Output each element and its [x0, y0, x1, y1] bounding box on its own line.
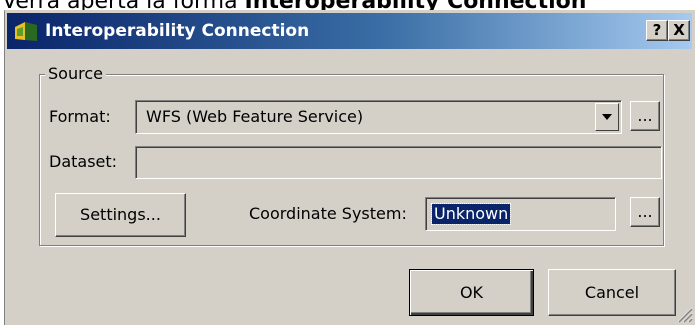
close-button[interactable]: X	[668, 20, 690, 41]
window-title: Interoperability Connection	[45, 21, 310, 41]
format-browse-button[interactable]: ...	[630, 101, 660, 131]
ok-button[interactable]: OK	[409, 269, 534, 316]
title-bar[interactable]: Interoperability Connection ? X	[7, 13, 692, 49]
dataset-label: Dataset:	[49, 152, 118, 171]
dataset-field[interactable]	[135, 146, 662, 179]
settings-button[interactable]: Settings...	[55, 193, 186, 237]
coordinate-system-field[interactable]: Unknown	[425, 197, 616, 231]
help-button[interactable]: ?	[646, 20, 668, 41]
chevron-down-icon	[602, 114, 612, 120]
resize-grip-icon[interactable]	[673, 303, 693, 323]
format-label: Format:	[49, 107, 111, 126]
dropdown-arrow-button[interactable]	[595, 103, 619, 131]
coordinate-system-browse-button[interactable]: ...	[630, 197, 660, 227]
coordinate-system-label: Coordinate System:	[249, 204, 407, 223]
format-value: WFS (Web Feature Service)	[146, 107, 364, 126]
app-icon	[15, 22, 37, 41]
interoperability-dialog: Interoperability Connection ? X Source F…	[4, 10, 695, 325]
cancel-button[interactable]: Cancel	[548, 269, 676, 316]
format-dropdown[interactable]: WFS (Web Feature Service)	[135, 100, 622, 134]
coordinate-system-value: Unknown	[430, 203, 512, 225]
source-group-label: Source	[45, 65, 106, 83]
